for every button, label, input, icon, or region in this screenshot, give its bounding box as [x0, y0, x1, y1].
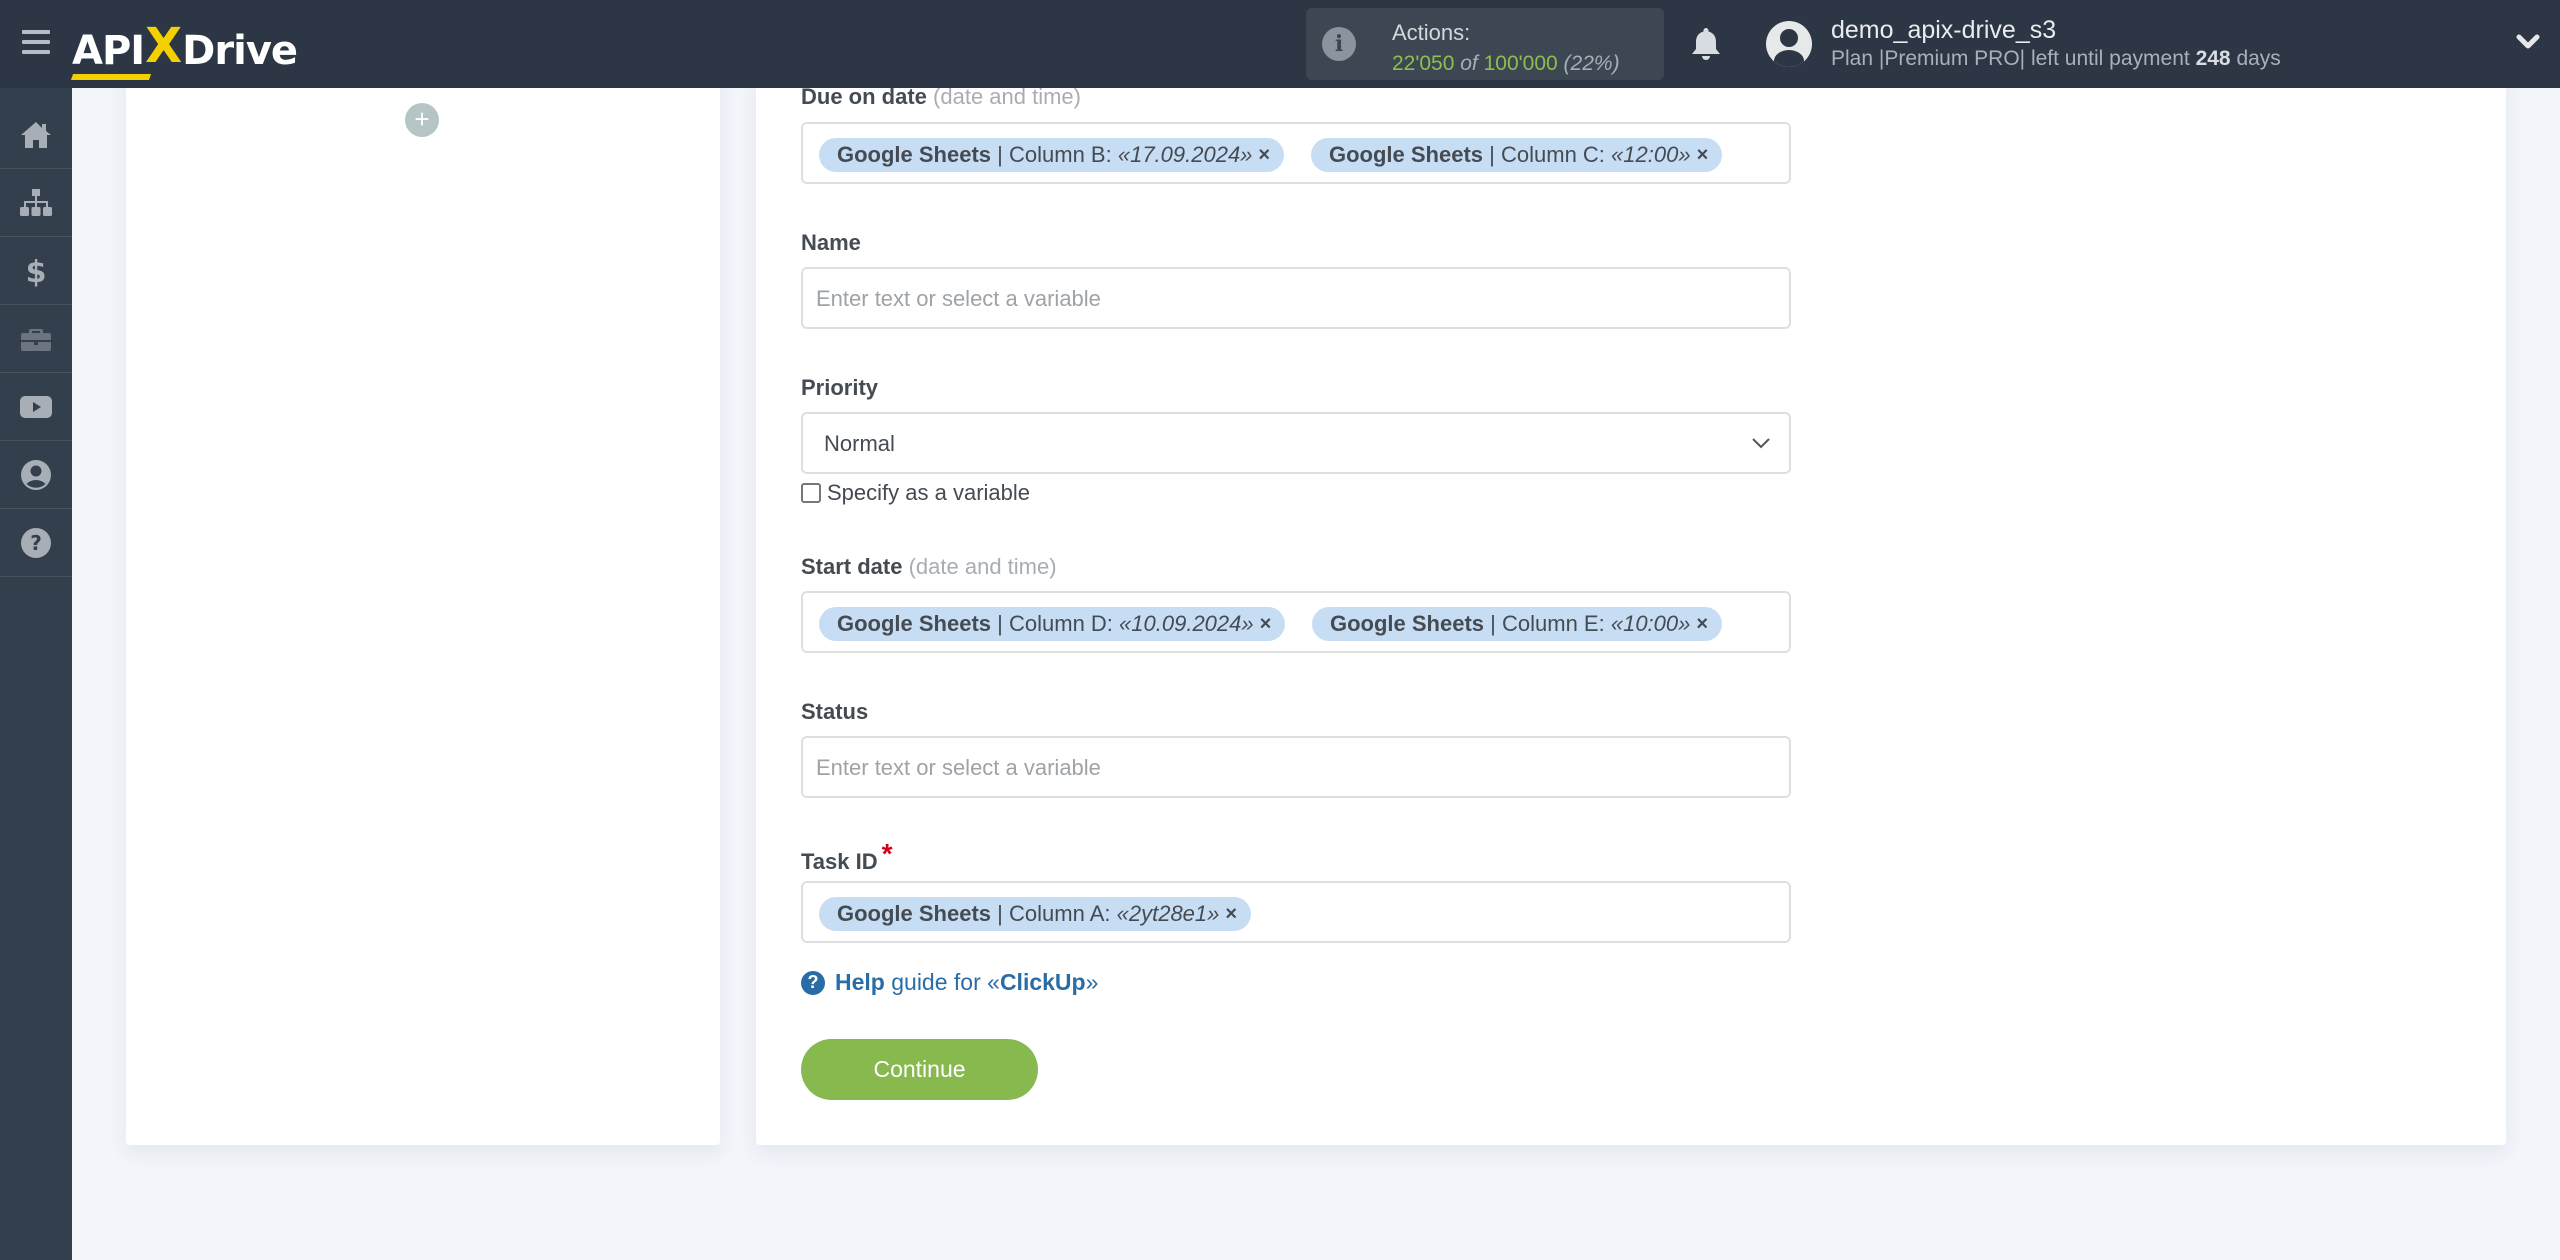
- briefcase-icon: [21, 328, 51, 351]
- tag-value: «12:00»: [1611, 142, 1691, 167]
- remove-tag-icon[interactable]: ×: [1225, 903, 1237, 926]
- specify-variable-checkbox[interactable]: [801, 483, 821, 503]
- user-name[interactable]: demo_apix-drive_s3: [1831, 16, 2056, 45]
- status-label: Status: [801, 699, 869, 724]
- info-icon: i: [1322, 27, 1356, 61]
- priority-value: Normal: [824, 431, 895, 456]
- tag-source: Google Sheets: [837, 611, 992, 636]
- sidebar-item-account[interactable]: [0, 441, 72, 509]
- help-link[interactable]: Help: [835, 969, 885, 996]
- sidebar-item-help[interactable]: ?: [0, 509, 72, 577]
- question-circle-icon: ?: [801, 970, 825, 995]
- sitemap-icon: [20, 188, 52, 216]
- logo-text-api: API: [72, 28, 145, 74]
- chevron-down-icon: [1752, 438, 1770, 449]
- start-date-hint: (date and time): [908, 554, 1057, 579]
- tag-column: | Column A:: [997, 901, 1111, 926]
- task-id-label: Task ID *: [801, 838, 893, 876]
- menu-hamburger-icon[interactable]: [22, 30, 50, 54]
- sidebar-item-home[interactable]: [0, 101, 72, 169]
- actions-label: Actions:: [1392, 20, 1471, 45]
- tag-source: Google Sheets: [1330, 611, 1485, 636]
- variable-tag[interactable]: Google Sheets | Column D: «10.09.2024» ×: [819, 607, 1286, 641]
- name-placeholder: Enter text or select a variable: [816, 286, 1101, 311]
- actions-counter[interactable]: i Actions: 22'050 of 100'000 (22%): [1306, 8, 1664, 80]
- svg-text:$: $: [26, 255, 47, 289]
- tag-source: Google Sheets: [837, 142, 992, 167]
- priority-label: Priority: [801, 375, 879, 400]
- youtube-icon: [20, 395, 52, 418]
- remove-tag-icon[interactable]: ×: [1260, 613, 1272, 636]
- status-placeholder: Enter text or select a variable: [816, 755, 1101, 780]
- actions-value: 22'050 of 100'000 (22%): [1392, 52, 1620, 76]
- due-date-field[interactable]: Google Sheets | Column B: «17.09.2024» ×…: [801, 122, 1791, 184]
- tag-source: Google Sheets: [837, 901, 992, 926]
- variable-tag[interactable]: Google Sheets | Column E: «10:00» ×: [1312, 607, 1723, 641]
- help-guide: ? Help guide for «ClickUp»: [801, 969, 1098, 996]
- task-id-field[interactable]: Google Sheets | Column A: «2yt28e1» ×: [801, 881, 1791, 943]
- sidebar-item-tools[interactable]: [0, 305, 72, 373]
- apix-drive-logo[interactable]: API X Drive: [72, 14, 298, 74]
- variable-tag[interactable]: Google Sheets | Column B: «17.09.2024» ×: [819, 138, 1285, 172]
- remove-tag-icon[interactable]: ×: [1258, 144, 1270, 167]
- actions-percent: (22%): [1563, 52, 1620, 75]
- sidebar-item-video[interactable]: [0, 373, 72, 441]
- specify-variable-option[interactable]: Specify as a variable: [801, 480, 1030, 506]
- actions-used: 22'050: [1392, 52, 1455, 75]
- user-circle-icon: [21, 459, 51, 490]
- chevron-down-icon[interactable]: [2515, 32, 2541, 52]
- start-date-field[interactable]: Google Sheets | Column D: «10.09.2024» ×…: [801, 591, 1791, 653]
- start-date-label: Start date (date and time): [801, 554, 1057, 580]
- actions-of: of: [1460, 52, 1478, 75]
- tag-value: «2yt28e1»: [1116, 901, 1220, 926]
- variable-tag[interactable]: Google Sheets | Column C: «12:00» ×: [1311, 138, 1723, 172]
- sidebar-item-billing[interactable]: $: [0, 237, 72, 305]
- plan-text: Plan |Premium PRO| left until payment: [1831, 47, 2190, 70]
- tag-column: | Column B:: [997, 142, 1112, 167]
- variable-tag[interactable]: Google Sheets | Column A: «2yt28e1» ×: [819, 897, 1252, 931]
- left-panel-card: [126, 70, 720, 1145]
- continue-button[interactable]: Continue: [801, 1039, 1038, 1100]
- tag-column: | Column E:: [1490, 611, 1605, 636]
- sidebar-nav: $ ?: [0, 88, 72, 1260]
- tag-column: | Column C:: [1489, 142, 1605, 167]
- tag-value: «10.09.2024»: [1119, 611, 1254, 636]
- tag-value: «17.09.2024»: [1117, 142, 1253, 167]
- status-input[interactable]: Enter text or select a variable: [801, 736, 1791, 798]
- specify-variable-label[interactable]: Specify as a variable: [827, 480, 1030, 506]
- days-suffix: days: [2236, 47, 2281, 70]
- sidebar-item-connections[interactable]: [0, 169, 72, 237]
- help-text: guide for «: [891, 969, 1000, 995]
- priority-select[interactable]: Normal: [801, 412, 1791, 474]
- svg-text:?: ?: [30, 531, 42, 555]
- user-avatar-icon[interactable]: [1766, 21, 1812, 67]
- question-circle-icon: ?: [21, 527, 51, 558]
- name-input[interactable]: Enter text or select a variable: [801, 267, 1791, 329]
- logo-text-x: X: [145, 18, 182, 74]
- remove-tag-icon[interactable]: ×: [1697, 144, 1709, 167]
- add-step-button[interactable]: +: [405, 103, 439, 137]
- top-header: API X Drive i Actions: 22'050 of 100'000 (…: [0, 0, 2560, 88]
- start-date-label-text: Start date: [801, 554, 903, 579]
- help-service-link[interactable]: ClickUp: [1000, 969, 1086, 996]
- user-plan: Plan |Premium PRO| left until payment 24…: [1831, 47, 2281, 71]
- tag-column: | Column D:: [997, 611, 1113, 636]
- tag-source: Google Sheets: [1329, 142, 1484, 167]
- task-id-label-text: Task ID: [801, 849, 878, 874]
- days-left: 248: [2195, 47, 2231, 70]
- bell-icon[interactable]: [1690, 26, 1722, 62]
- actions-total: 100'000: [1483, 52, 1558, 75]
- required-asterisk: *: [881, 838, 893, 869]
- dollar-icon: $: [26, 255, 47, 289]
- home-icon: [21, 121, 51, 148]
- name-label: Name: [801, 230, 861, 255]
- remove-tag-icon[interactable]: ×: [1696, 613, 1708, 636]
- help-text-end: »: [1085, 969, 1099, 995]
- tag-value: «10:00»: [1610, 611, 1691, 636]
- logo-text-drive: Drive: [182, 28, 298, 74]
